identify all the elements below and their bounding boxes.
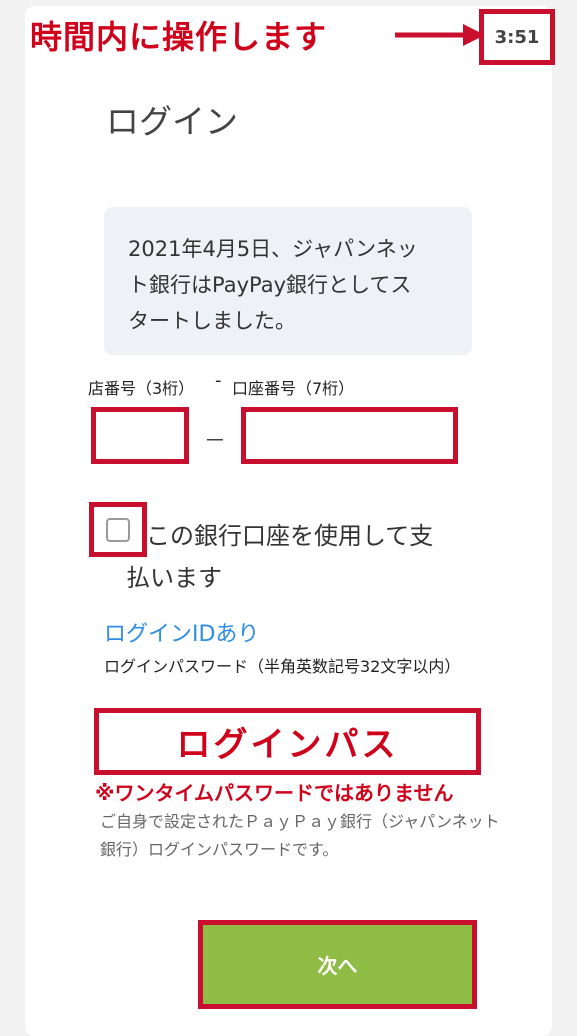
password-annotation: ログインパス [176,725,399,765]
checkbox-highlight [89,502,147,557]
otp-warning-annotation: ※ワンタイムパスワードではありません [95,781,454,805]
password-help-text: ご自身で設定されたＰａｙＰａｙ銀行（ジャパンネット銀行）ログインパスワードです。 [100,812,500,859]
account-number-label: 口座番号（7桁） [232,379,355,398]
checkbox-label-line-1: この銀行口座を使用して支 [146,522,434,550]
arrow-right-icon [395,24,485,46]
checkbox-label-line-2: 払います [126,564,222,592]
login-password-label: ログインパスワード（半角英数記号32文字以内） [104,657,461,676]
session-timer: 3:51 [494,26,540,48]
notice-box: 2021年4月5日、ジャパンネッ ト銀行はPayPay銀行としてス タートしまし… [104,207,472,355]
next-button[interactable]: 次へ [203,925,472,1004]
label-separator: - [215,370,222,391]
next-button-highlight: 次へ [198,920,477,1009]
use-account-checkbox-label[interactable]: この銀行口座を使用して支 払います [126,515,466,599]
notice-line-3: タートしました。 [128,309,296,333]
account-number-input[interactable] [246,412,453,459]
notice-line-2: ト銀行はPayPay銀行としてス [128,273,412,297]
branch-number-label: 店番号（3桁） [88,379,195,398]
use-account-checkbox[interactable] [106,517,130,542]
login-id-link[interactable]: ログインIDあり [104,616,259,648]
input-separator: － [204,429,227,454]
timer-annotation: 時間内に操作します [30,18,328,56]
timer-highlight: 3:51 [479,9,555,65]
branch-number-input[interactable] [96,412,184,459]
page-title: ログイン [106,102,238,141]
notice-line-1: 2021年4月5日、ジャパンネッ [128,237,418,261]
account-number-field-highlight [241,407,458,464]
branch-number-field-highlight [91,407,189,464]
login-password-input[interactable]: ログインパス [94,708,481,775]
